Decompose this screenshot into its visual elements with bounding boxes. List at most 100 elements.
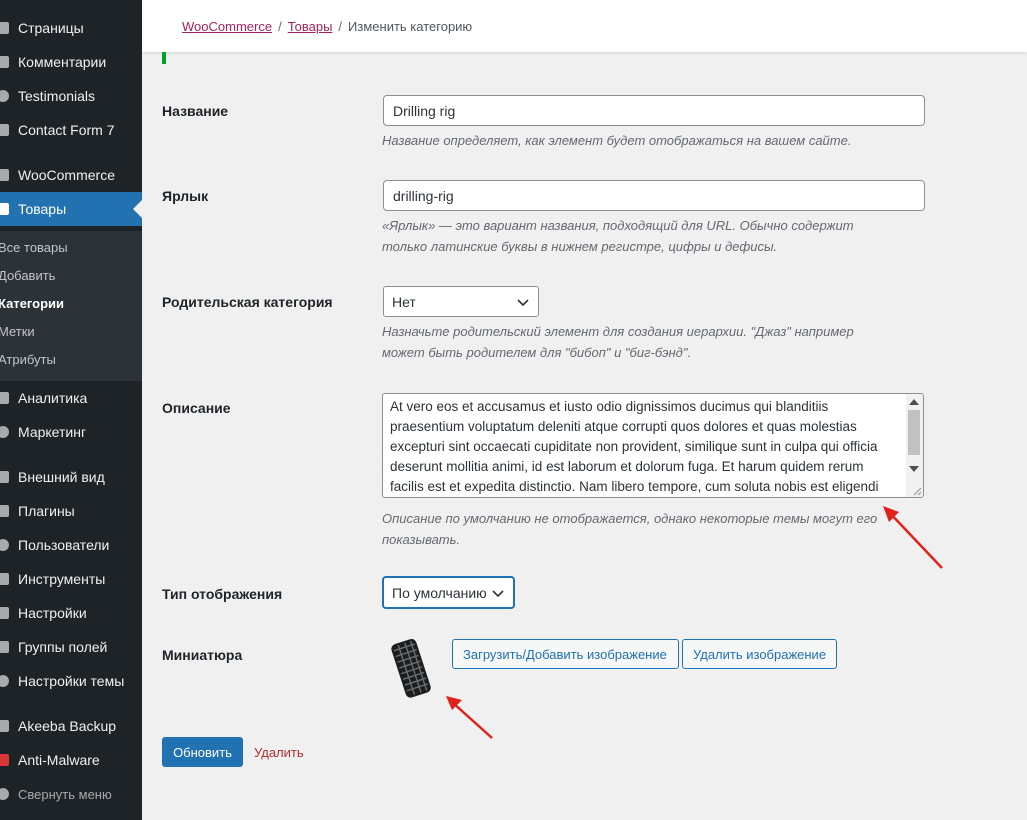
breadcrumb-woocommerce-link[interactable]: WooCommerce [182,19,272,34]
menu-item-label: Contact Form 7 [18,122,115,138]
upload-image-button[interactable]: Загрузить/Добавить изображение [452,639,679,669]
menu-item-testimonials[interactable]: Testimonials [0,79,142,113]
menu-item-label: Настройки темы [18,673,125,689]
submenu-categories[interactable]: Категории [0,289,142,317]
menu-item-label: Anti-Malware [18,752,100,768]
submenu-add-new[interactable]: Добавить [0,261,142,289]
menu-item-anti-malware[interactable]: Anti-Malware [0,743,142,777]
menu-item-plugins[interactable]: Плагины [0,494,142,528]
menu-item-tools[interactable]: Инструменты [0,562,142,596]
menu-item-label: WooCommerce [18,167,115,183]
resize-grip-icon[interactable] [912,486,922,496]
breadcrumb-separator: / [278,18,282,34]
menu-item-field-groups[interactable]: Группы полей [0,630,142,664]
theme-settings-icon [0,664,12,698]
menu-item-pages[interactable]: Страницы [0,11,142,45]
menu-item-label: Testimonials [18,88,96,104]
name-description: Название определяет, как элемент будет о… [382,133,852,148]
products-submenu: Все товары Добавить Категории Метки Атри… [0,231,142,381]
description-line: excepturi sint occaecati cupiditate non … [390,439,878,454]
name-input[interactable] [383,95,925,126]
breadcrumb-separator: / [338,18,343,34]
menu-item-label: Товары [18,201,67,217]
parent-category-label: Родительская категория [162,294,333,310]
menu-item-label: Страницы [18,20,84,36]
description-help-line: показывать. [382,532,461,547]
testimonials-icon [0,79,12,113]
menu-item-marketing[interactable]: Маркетинг [0,415,142,449]
description-help-line: Описание по умолчанию не отображается, о… [382,511,878,526]
menu-item-contact-form[interactable]: Contact Form 7 [0,113,142,147]
submenu-all-products[interactable]: Все товары [0,233,142,261]
field-groups-icon [0,630,12,664]
menu-item-label: Маркетинг [18,424,87,440]
tools-icon [0,562,12,596]
menu-item-woocommerce[interactable]: WooCommerce [0,158,142,192]
marketing-icon [0,415,12,449]
description-line: At vero eos et accusamus et iusto odio d… [390,399,829,414]
contact-form-icon [0,113,12,147]
scrollbar-thumb[interactable] [908,410,920,455]
remove-image-button[interactable]: Удалить изображение [682,639,837,669]
description-line: praesentium voluptatum deleniti atque co… [390,419,857,434]
menu-item-label: Настройки [18,605,87,621]
thumbnail-image [391,638,431,698]
menu-item-analytics[interactable]: Аналитика [0,381,142,415]
slug-description: «Ярлык» — это вариант названия, подходящ… [382,215,922,257]
update-button[interactable]: Обновить [162,737,243,767]
display-type-selected: По умолчанию [392,584,487,601]
menu-item-label: Плагины [18,503,75,519]
scroll-up-arrow-icon[interactable] [909,399,919,405]
menu-item-users[interactable]: Пользователи [0,528,142,562]
breadcrumb-current: Изменить категорию [348,18,473,34]
chevron-down-icon [491,586,505,600]
parent-description-line: Назначьте родительский элемент для созда… [382,324,854,339]
submenu-tags[interactable]: Метки [0,317,142,345]
menu-item-label: Инструменты [18,571,106,587]
delete-link[interactable]: Удалить [254,745,304,760]
menu-item-theme-settings[interactable]: Настройки темы [0,664,142,698]
menu-item-products[interactable]: Товары [0,192,142,226]
analytics-icon [0,381,12,415]
menu-item-comments[interactable]: Комментарии [0,45,142,79]
annotation-arrow-icon [883,506,943,569]
collapse-icon [0,777,12,811]
name-label: Название [162,103,229,119]
slug-description-line: «Ярлык» — это вариант названия, подходящ… [382,218,854,233]
slug-label: Ярлык [162,188,209,204]
description-text: At vero eos et accusamus et iusto odio d… [390,397,904,497]
menu-item-appearance[interactable]: Внешний вид [0,460,142,494]
collapse-menu-label: Свернуть меню [18,786,112,802]
menu-item-settings[interactable]: Настройки [0,596,142,630]
scroll-down-arrow-icon[interactable] [909,466,919,472]
menu-item-label: Аналитика [18,390,88,406]
collapse-menu-button[interactable]: Свернуть меню [0,777,142,811]
display-type-select[interactable]: По умолчанию [383,577,514,608]
slug-input[interactable] [383,180,925,211]
parent-description-line: может быть родителем для "бибоп" и "биг-… [382,345,692,360]
anti-malware-icon [0,743,12,777]
plugins-icon [0,494,12,528]
menu-item-label: Пользователи [18,537,110,553]
chevron-down-icon [516,295,530,309]
breadcrumb: WooCommerce / Товары / Изменить категори… [142,0,1027,52]
description-textarea[interactable]: At vero eos et accusamus et iusto odio d… [382,393,924,498]
menu-item-label: Комментарии [18,54,107,70]
appearance-icon [0,460,12,494]
submenu-attributes[interactable]: Атрибуты [0,345,142,373]
description-help: Описание по умолчанию не отображается, о… [382,508,922,550]
description-label: Описание [162,400,231,416]
display-type-label: Тип отображения [162,586,283,602]
parent-category-select[interactable]: Нет [383,286,539,317]
breadcrumb-products-link[interactable]: Товары [288,19,333,34]
users-icon [0,528,12,562]
akeeba-icon [0,709,12,743]
menu-item-akeeba-backup[interactable]: Akeeba Backup [0,709,142,743]
menu-item-label: Akeeba Backup [18,718,117,734]
products-icon [0,192,12,226]
slug-description-line: только латинские буквы в нижнем регистре… [382,239,778,254]
thumbnail-label: Миниатюра [162,647,243,663]
parent-category-description: Назначьте родительский элемент для созда… [382,321,922,363]
woocommerce-icon [0,158,12,192]
textarea-scrollbar[interactable] [906,394,923,497]
